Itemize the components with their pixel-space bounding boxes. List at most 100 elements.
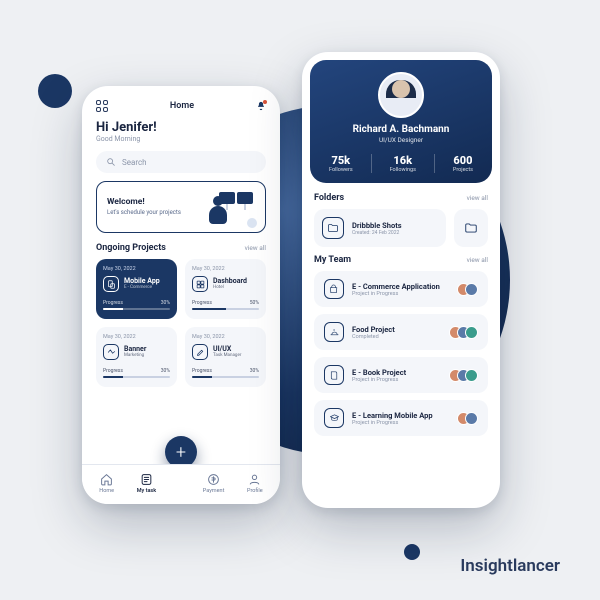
team-status: Completed xyxy=(352,334,395,340)
team-status: Project in Progress xyxy=(352,420,433,426)
progress-bar xyxy=(103,376,170,378)
project-category: E - Commerce xyxy=(124,285,160,290)
team-row[interactable]: E - Commerce ApplicationProject in Progr… xyxy=(314,271,488,307)
task-icon xyxy=(140,473,153,486)
team-avatars xyxy=(457,283,478,296)
book-icon xyxy=(324,365,344,385)
profile-name: Richard A. Bachmann xyxy=(320,124,482,135)
pen-icon xyxy=(192,344,208,360)
folder-icon xyxy=(322,217,344,239)
progress-label: Progress xyxy=(192,300,212,306)
team-name: E - Book Project xyxy=(352,368,406,377)
nav-payment[interactable]: Payment xyxy=(203,473,225,494)
nav-mytask[interactable]: My task xyxy=(137,473,156,494)
folder-name: Dribbble Shots xyxy=(352,221,402,230)
project-card[interactable]: May 30, 2022 UI/UXTask Manager Progress3… xyxy=(185,327,266,387)
team-name: Food Project xyxy=(352,325,395,334)
project-category: Marketing xyxy=(124,353,146,358)
team-avatars xyxy=(457,412,478,425)
team-avatars xyxy=(449,326,478,339)
stat-value: 75k xyxy=(329,154,353,167)
folder-date: Created: 24 Feb 2022 xyxy=(352,230,402,236)
page-title: Home xyxy=(170,101,194,111)
team-row[interactable]: Food ProjectCompleted xyxy=(314,314,488,350)
folder-icon xyxy=(464,221,478,235)
sub-greeting: Good Morning xyxy=(96,135,266,143)
team-avatars xyxy=(449,369,478,382)
stat-label: Followings xyxy=(390,167,416,173)
food-icon xyxy=(324,322,344,342)
folders-header: Folders xyxy=(314,193,344,203)
stat-followings[interactable]: 16kFollowings xyxy=(390,154,416,173)
profile-screen: Richard A. Bachmann UI/UX Designer 75kFo… xyxy=(302,52,500,508)
banner-icon xyxy=(103,344,119,360)
project-date: May 30, 2022 xyxy=(103,334,170,340)
nav-label: Home xyxy=(99,488,114,494)
greeting: Hi Jenifer! xyxy=(96,120,266,135)
project-card[interactable]: May 30, 2022 DashboardHotel Progress50% xyxy=(185,259,266,319)
project-category: Hotel xyxy=(213,285,247,290)
stat-projects[interactable]: 600Projects xyxy=(453,154,473,173)
progress-bar xyxy=(103,308,170,310)
project-date: May 30, 2022 xyxy=(192,266,259,272)
search-icon xyxy=(106,157,116,167)
team-header: My Team xyxy=(314,255,351,265)
home-screen: Home Hi Jenifer! Good Morning Search Wel… xyxy=(82,86,280,504)
team-row[interactable]: E - Book ProjectProject in Progress xyxy=(314,357,488,393)
team-status: Project in Progress xyxy=(352,291,440,297)
welcome-subtitle: Let's schedule your projects xyxy=(107,209,181,217)
project-card[interactable]: May 30, 2022 Mobile AppE - Commerce Prog… xyxy=(96,259,177,319)
welcome-card[interactable]: Welcome! Let's schedule your projects xyxy=(96,181,266,233)
stat-label: Followers xyxy=(329,167,353,173)
notifications-icon[interactable] xyxy=(256,101,266,111)
brand-label: Insightlancer xyxy=(460,556,560,576)
search-placeholder: Search xyxy=(122,158,147,167)
team-status: Project in Progress xyxy=(352,377,406,383)
welcome-title: Welcome! xyxy=(107,197,181,207)
progress-percent: 30% xyxy=(161,368,170,374)
dashboard-icon xyxy=(192,276,208,292)
bag-icon xyxy=(324,279,344,299)
view-all-link[interactable]: view all xyxy=(467,256,488,264)
ongoing-header: Ongoing Projects xyxy=(96,243,166,253)
team-row[interactable]: E - Learning Mobile AppProject in Progre… xyxy=(314,400,488,436)
project-card[interactable]: May 30, 2022 BannerMarketing Progress30% xyxy=(96,327,177,387)
progress-label: Progress xyxy=(103,300,123,306)
progress-label: Progress xyxy=(192,368,212,374)
nav-label: Profile xyxy=(247,488,263,494)
project-date: May 30, 2022 xyxy=(192,334,259,340)
menu-grid-icon[interactable] xyxy=(96,100,108,112)
decor-dot xyxy=(38,74,72,108)
stat-value: 600 xyxy=(453,154,473,167)
view-all-link[interactable]: view all xyxy=(467,194,488,202)
progress-label: Progress xyxy=(103,368,123,374)
nav-label: My task xyxy=(137,488,156,494)
home-icon xyxy=(100,473,113,486)
folder-card-compact[interactable] xyxy=(454,209,488,247)
stat-label: Projects xyxy=(453,167,473,173)
project-date: May 30, 2022 xyxy=(103,266,170,272)
search-input[interactable]: Search xyxy=(96,151,266,173)
progress-bar xyxy=(192,308,259,310)
progress-percent: 30% xyxy=(161,300,170,306)
folder-card[interactable]: Dribbble ShotsCreated: 24 Feb 2022 xyxy=(314,209,446,247)
decor-dot xyxy=(404,544,420,560)
payment-icon xyxy=(207,473,220,486)
project-category: Task Manager xyxy=(213,353,241,358)
avatar[interactable] xyxy=(378,72,424,118)
profile-icon xyxy=(248,473,261,486)
view-all-link[interactable]: view all xyxy=(245,244,266,252)
nav-profile[interactable]: Profile xyxy=(247,473,263,494)
profile-hero: Richard A. Bachmann UI/UX Designer 75kFo… xyxy=(310,60,492,183)
project-grid: May 30, 2022 Mobile AppE - Commerce Prog… xyxy=(96,259,266,387)
stat-followers[interactable]: 75kFollowers xyxy=(329,154,353,173)
progress-percent: 30% xyxy=(250,368,259,374)
bottom-nav: Home My task . Payment Profile xyxy=(82,464,280,504)
team-name: E - Learning Mobile App xyxy=(352,411,433,420)
stat-value: 16k xyxy=(390,154,416,167)
learning-icon xyxy=(324,408,344,428)
profile-role: UI/UX Designer xyxy=(320,136,482,144)
nav-home[interactable]: Home xyxy=(99,473,114,494)
welcome-illustration xyxy=(207,190,255,224)
team-name: E - Commerce Application xyxy=(352,282,440,291)
